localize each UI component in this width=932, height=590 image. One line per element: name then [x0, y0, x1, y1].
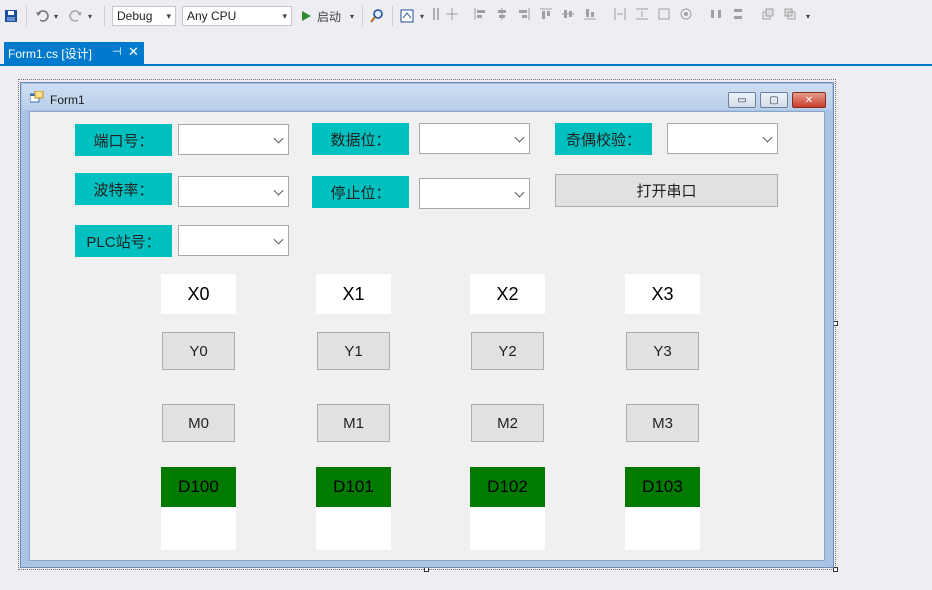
- d-register-label: D103: [625, 467, 700, 507]
- undo-icon[interactable]: [34, 6, 50, 26]
- align-right-icon[interactable]: [518, 8, 530, 20]
- stop-bits-label: 停止位：: [312, 176, 409, 208]
- stop-bits-combobox[interactable]: [419, 178, 530, 209]
- d-register-label: D101: [316, 467, 391, 507]
- chevron-down-icon: [273, 234, 284, 245]
- d-register-value-box[interactable]: [625, 507, 700, 550]
- save-all-icon[interactable]: [4, 6, 18, 26]
- baud-combobox[interactable]: [178, 176, 289, 207]
- d-register-label: D100: [161, 467, 236, 507]
- port-label: 端口号：: [75, 124, 172, 156]
- chevron-down-icon: [514, 132, 525, 143]
- bring-to-front-icon[interactable]: [762, 8, 774, 20]
- d-register-value-box[interactable]: [161, 507, 236, 550]
- start-button[interactable]: 启动: [300, 6, 350, 26]
- x-input-label: X0: [161, 274, 236, 314]
- find-icon[interactable]: [370, 6, 384, 26]
- m-relay-button[interactable]: M3: [626, 404, 699, 442]
- minimize-button[interactable]: ▭: [728, 92, 756, 108]
- data-bits-label: 数据位：: [312, 123, 409, 155]
- main-toolbar: ▾ ▾ Debug ▾ Any CPU ▾ 启动 ▾ ▾ ▾: [0, 0, 932, 34]
- toolbar-overflow-icon[interactable]: ▾: [804, 6, 812, 26]
- size-to-grid-icon[interactable]: [680, 8, 692, 20]
- chevron-down-icon: [273, 133, 284, 144]
- start-dropdown-icon[interactable]: ▾: [348, 6, 356, 26]
- y-output-button[interactable]: Y0: [162, 332, 235, 370]
- document-tab-strip: Form1.cs [设计] ⊣ ✕: [0, 38, 932, 66]
- x-input-label: X2: [470, 274, 545, 314]
- plc-station-label: PLC站号：: [75, 225, 172, 257]
- align-bottom-icon[interactable]: [584, 8, 596, 20]
- chevron-down-icon: [273, 185, 284, 196]
- tab-form1-design[interactable]: Form1.cs [设计] ⊣ ✕: [4, 42, 144, 64]
- m-relay-button[interactable]: M0: [162, 404, 235, 442]
- d-register-label: D102: [470, 467, 545, 507]
- open-port-button[interactable]: 打开串口: [555, 174, 778, 207]
- align-left-icon[interactable]: [474, 8, 486, 20]
- minimize-icon: ▭: [737, 94, 747, 106]
- make-same-height-icon[interactable]: [636, 8, 648, 20]
- redo-icon[interactable]: [68, 6, 84, 26]
- grip-icon: [433, 8, 439, 20]
- y-output-button[interactable]: Y3: [626, 332, 699, 370]
- m-relay-button[interactable]: M1: [317, 404, 390, 442]
- plc-station-combobox[interactable]: [178, 225, 289, 256]
- chevron-down-icon: ▾: [282, 11, 287, 21]
- data-bits-combobox[interactable]: [419, 123, 530, 154]
- parity-label: 奇偶校验：: [555, 123, 652, 155]
- form-icon: [30, 91, 44, 103]
- chevron-down-icon: [762, 132, 773, 143]
- layout-home-icon[interactable]: [400, 6, 414, 26]
- baud-label: 波特率：: [75, 173, 172, 205]
- x-input-label: X1: [316, 274, 391, 314]
- form-title: Form1: [50, 93, 85, 107]
- layout-dropdown-icon[interactable]: ▾: [418, 6, 426, 26]
- close-button[interactable]: ✕: [792, 92, 826, 108]
- vertical-spacing-icon[interactable]: [732, 8, 744, 20]
- chevron-down-icon: ▾: [166, 11, 171, 21]
- chevron-down-icon: [514, 187, 525, 198]
- m-relay-button[interactable]: M2: [471, 404, 544, 442]
- align-to-grid-icon[interactable]: [446, 8, 458, 20]
- make-same-width-icon[interactable]: [614, 8, 626, 20]
- maximize-button[interactable]: ▢: [760, 92, 788, 108]
- x-input-label: X3: [625, 274, 700, 314]
- pin-icon[interactable]: ⊣: [112, 45, 122, 58]
- config-select[interactable]: Debug ▾: [112, 6, 176, 26]
- align-middle-icon[interactable]: [562, 8, 574, 20]
- align-center-icon[interactable]: [496, 8, 508, 20]
- d-register-value-box[interactable]: [470, 507, 545, 550]
- form-title-bar[interactable]: Form1 ▭ ▢ ✕: [22, 84, 832, 110]
- parity-combobox[interactable]: [667, 123, 778, 154]
- y-output-button[interactable]: Y2: [471, 332, 544, 370]
- play-icon: [302, 11, 311, 21]
- make-same-size-icon[interactable]: [658, 8, 670, 20]
- align-top-icon[interactable]: [540, 8, 552, 20]
- port-combobox[interactable]: [178, 124, 289, 155]
- maximize-icon: ▢: [769, 94, 779, 106]
- undo-dropdown-icon[interactable]: ▾: [52, 6, 60, 26]
- platform-select[interactable]: Any CPU ▾: [182, 6, 292, 26]
- close-icon[interactable]: ✕: [128, 44, 139, 60]
- close-icon: ✕: [804, 94, 814, 106]
- redo-dropdown-icon[interactable]: ▾: [86, 6, 94, 26]
- horizontal-spacing-icon[interactable]: [710, 8, 722, 20]
- y-output-button[interactable]: Y1: [317, 332, 390, 370]
- send-to-back-icon[interactable]: [784, 8, 796, 20]
- d-register-value-box[interactable]: [316, 507, 391, 550]
